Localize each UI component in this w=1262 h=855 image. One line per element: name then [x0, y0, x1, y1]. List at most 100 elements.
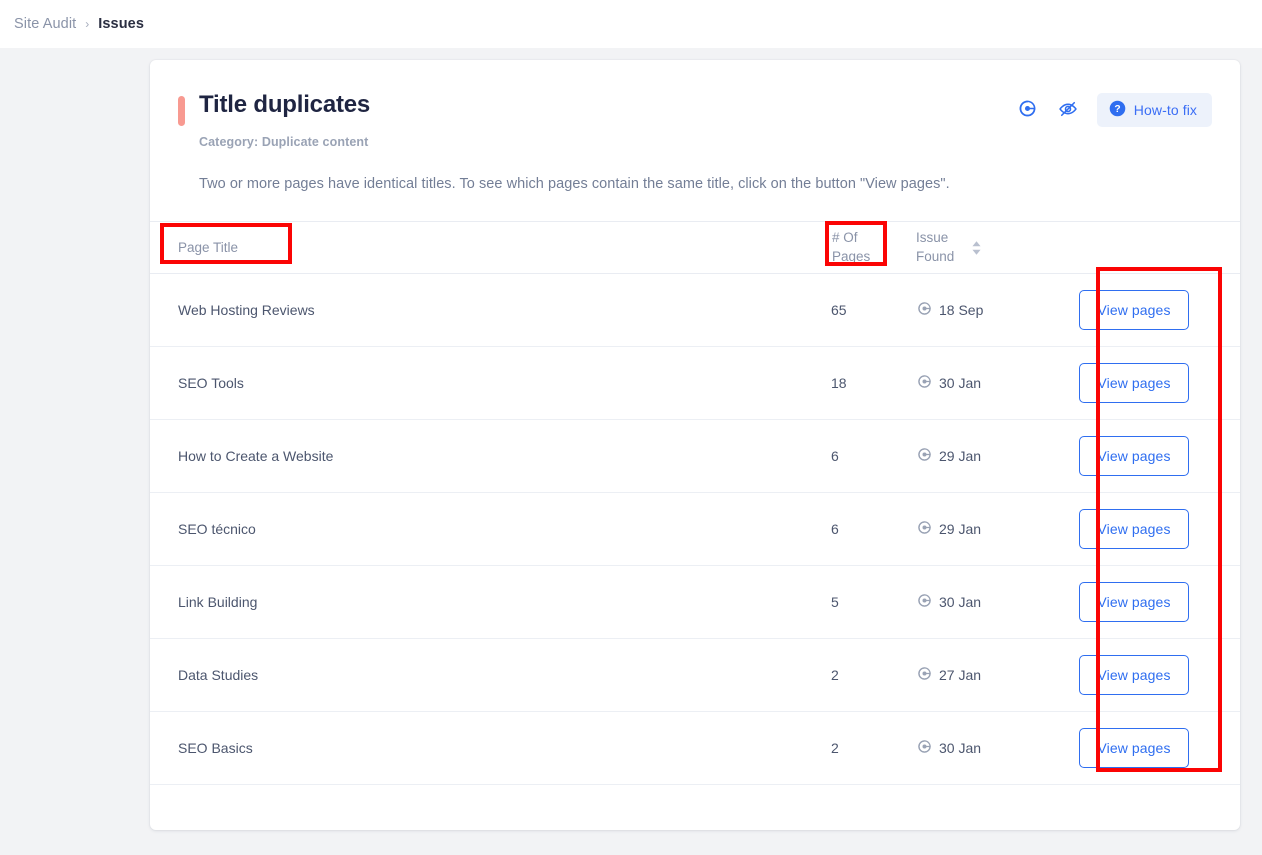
- page-title-text: Link Building: [178, 594, 257, 610]
- breadcrumb-separator-icon: ›: [85, 18, 89, 30]
- cell-issue-found: 30 Jan: [916, 347, 1028, 420]
- card-header: Title duplicates Category: Duplicate con…: [150, 60, 1240, 192]
- page-title-text: Data Studies: [178, 667, 258, 683]
- column-header-page-title-label: Page Title: [178, 240, 238, 255]
- column-header-issue-found-line2: Found: [916, 248, 954, 266]
- page-title-text: SEO Tools: [178, 375, 244, 391]
- table-header: Page Title # Of Pages Issue Found: [150, 222, 1240, 274]
- page-title-text: SEO técnico: [178, 521, 256, 537]
- target-icon: [917, 520, 932, 538]
- table-row: How to Create a Website 6 29 Jan View pages: [150, 420, 1240, 493]
- issue-found-date: 27 Jan: [939, 667, 981, 683]
- footer-cell: [150, 785, 830, 831]
- cell-num-pages: 65: [830, 274, 916, 347]
- column-header-issue-found-line1: Issue: [916, 229, 954, 247]
- table-row: Link Building 5 30 Jan View pages: [150, 566, 1240, 639]
- eye-slash-icon: [1058, 99, 1078, 122]
- cell-page-title: SEO Tools: [150, 347, 830, 420]
- target-icon-button[interactable]: [1011, 93, 1045, 127]
- cell-issue-found: 29 Jan: [916, 420, 1028, 493]
- header-actions: ? How-to fix: [1011, 93, 1212, 127]
- num-pages-value: 6: [831, 448, 839, 464]
- cell-action: View pages: [1028, 274, 1240, 347]
- breadcrumb-item-issues[interactable]: Issues: [98, 16, 144, 32]
- view-pages-button[interactable]: View pages: [1079, 655, 1189, 695]
- cell-action: View pages: [1028, 347, 1240, 420]
- svg-text:?: ?: [1114, 104, 1120, 115]
- page-title: Title duplicates: [199, 92, 370, 118]
- view-pages-button[interactable]: View pages: [1079, 436, 1189, 476]
- table-row: SEO técnico 6 29 Jan View pages: [150, 493, 1240, 566]
- cell-issue-found: 30 Jan: [916, 566, 1028, 639]
- cell-num-pages: 6: [830, 493, 916, 566]
- cell-issue-found: 27 Jan: [916, 639, 1028, 712]
- cell-issue-found: 18 Sep: [916, 274, 1028, 347]
- cell-page-title: Link Building: [150, 566, 830, 639]
- table-row: SEO Basics 2 30 Jan View pages: [150, 712, 1240, 785]
- num-pages-value: 5: [831, 594, 839, 610]
- breadcrumb-item-site-audit[interactable]: Site Audit: [14, 16, 76, 32]
- view-pages-button[interactable]: View pages: [1079, 582, 1189, 622]
- cell-action: View pages: [1028, 420, 1240, 493]
- hide-issue-button[interactable]: [1051, 93, 1085, 127]
- num-pages-value: 18: [831, 375, 847, 391]
- cell-num-pages: 2: [830, 639, 916, 712]
- cell-page-title: SEO Basics: [150, 712, 830, 785]
- column-header-num-pages[interactable]: # Of Pages: [830, 222, 916, 274]
- page-title-text: Web Hosting Reviews: [178, 302, 315, 318]
- view-pages-button[interactable]: View pages: [1079, 728, 1189, 768]
- column-header-num-pages-line1: # Of: [832, 229, 915, 247]
- table-row: Web Hosting Reviews 65 18 Sep View pages: [150, 274, 1240, 347]
- question-circle-icon: ?: [1109, 100, 1126, 120]
- num-pages-value: 2: [831, 740, 839, 756]
- column-header-num-pages-stack: # Of Pages: [832, 229, 915, 265]
- table-body: Web Hosting Reviews6518 SepView pagesSEO…: [150, 274, 1240, 831]
- how-to-fix-button[interactable]: ? How-to fix: [1097, 93, 1212, 127]
- footer-cell: [916, 785, 1028, 831]
- target-icon: [917, 374, 932, 392]
- column-header-page-title[interactable]: Page Title: [150, 222, 830, 274]
- cell-page-title: SEO técnico: [150, 493, 830, 566]
- target-icon: [917, 666, 932, 684]
- column-header-issue-found-wrap: Issue Found: [916, 229, 1027, 265]
- view-pages-button[interactable]: View pages: [1079, 363, 1189, 403]
- cell-issue-found: 30 Jan: [916, 712, 1028, 785]
- target-icon: [917, 447, 932, 465]
- table-row: SEO Tools 18 30 Jan View pages: [150, 347, 1240, 420]
- breadcrumb: Site Audit › Issues: [0, 0, 1262, 48]
- num-pages-value: 65: [831, 302, 847, 318]
- issues-table: Page Title # Of Pages Issue Found: [150, 221, 1240, 830]
- cell-num-pages: 18: [830, 347, 916, 420]
- accent-bar: [178, 96, 185, 126]
- cell-action: View pages: [1028, 566, 1240, 639]
- view-pages-button[interactable]: View pages: [1079, 290, 1189, 330]
- issue-description: Two or more pages have identical titles.…: [199, 176, 1212, 192]
- cell-action: View pages: [1028, 493, 1240, 566]
- sort-arrows-icon[interactable]: [972, 241, 981, 255]
- num-pages-value: 2: [831, 667, 839, 683]
- table-row: Data Studies 2 27 Jan View pages: [150, 639, 1240, 712]
- issue-found-date: 29 Jan: [939, 448, 981, 464]
- num-pages-value: 6: [831, 521, 839, 537]
- cell-num-pages: 6: [830, 420, 916, 493]
- cell-page-title: Data Studies: [150, 639, 830, 712]
- cell-issue-found: 29 Jan: [916, 493, 1028, 566]
- column-header-action: [1028, 222, 1240, 274]
- page-title-text: How to Create a Website: [178, 448, 333, 464]
- target-icon: [917, 739, 932, 757]
- issue-found-date: 30 Jan: [939, 375, 981, 391]
- page-title-text: SEO Basics: [178, 740, 253, 756]
- category-label: Category: Duplicate content: [199, 135, 1212, 149]
- cell-num-pages: 2: [830, 712, 916, 785]
- column-header-issue-found[interactable]: Issue Found: [916, 222, 1028, 274]
- table-header-row: Page Title # Of Pages Issue Found: [150, 222, 1240, 274]
- how-to-fix-label: How-to fix: [1134, 102, 1197, 118]
- view-pages-button[interactable]: View pages: [1079, 509, 1189, 549]
- issue-detail-card: Title duplicates Category: Duplicate con…: [150, 60, 1240, 830]
- target-icon: [1018, 99, 1037, 121]
- cell-page-title: How to Create a Website: [150, 420, 830, 493]
- target-icon: [917, 593, 932, 611]
- footer-cell: [1028, 785, 1240, 831]
- target-icon: [917, 301, 932, 319]
- cell-page-title: Web Hosting Reviews: [150, 274, 830, 347]
